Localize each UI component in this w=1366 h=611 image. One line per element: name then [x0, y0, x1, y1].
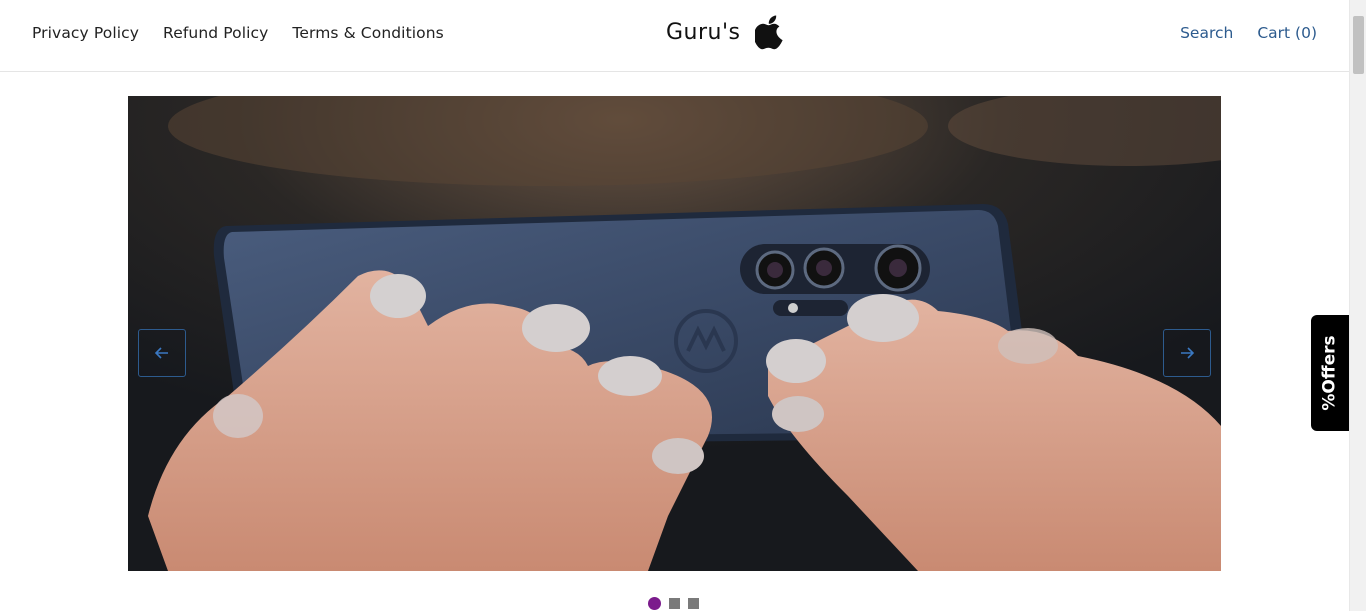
refund-policy-link[interactable]: Refund Policy — [163, 24, 268, 42]
arrow-right-icon — [1181, 347, 1195, 359]
terms-conditions-link[interactable]: Terms & Conditions — [292, 24, 443, 42]
utility-nav: Search Cart (0) — [1180, 24, 1317, 42]
next-slide-button[interactable] — [1163, 329, 1211, 377]
page-scrollbar[interactable] — [1349, 0, 1366, 611]
apple-icon — [754, 15, 783, 50]
offers-tab-button[interactable]: %Offers — [1311, 315, 1349, 431]
slider-pagination — [648, 597, 699, 610]
site-header: Privacy Policy Refund Policy Terms & Con… — [0, 0, 1349, 72]
scrollbar-thumb[interactable] — [1353, 16, 1364, 74]
phone-in-hands-photo — [128, 96, 1221, 571]
privacy-policy-link[interactable]: Privacy Policy — [32, 24, 139, 42]
offers-tab-label: %Offers — [1320, 335, 1341, 411]
arrow-left-icon — [154, 347, 168, 359]
brand-home-link[interactable]: Guru's — [666, 14, 785, 50]
slide-dot-3[interactable] — [688, 598, 699, 609]
cart-link[interactable]: Cart (0) — [1257, 24, 1317, 42]
brand-name: Guru's — [666, 19, 741, 45]
slide-dot-1[interactable] — [648, 597, 661, 610]
slide-dot-2[interactable] — [669, 598, 680, 609]
previous-slide-button[interactable] — [138, 329, 186, 377]
policy-nav: Privacy Policy Refund Policy Terms & Con… — [32, 24, 444, 42]
search-link[interactable]: Search — [1180, 24, 1233, 42]
hero-slider — [128, 96, 1221, 571]
